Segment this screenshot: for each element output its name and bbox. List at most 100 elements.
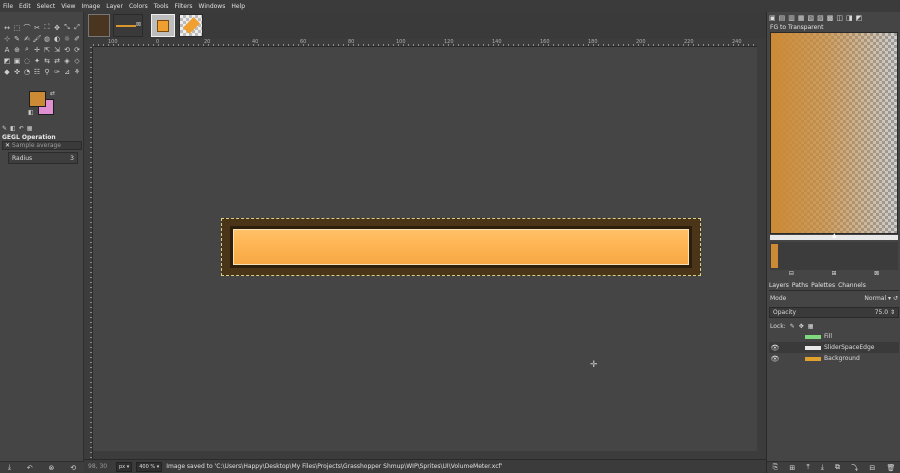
tool-icon[interactable]: ⌕ — [22, 44, 32, 55]
dock-tab-icon[interactable]: ▨ — [817, 14, 824, 22]
tool-icon[interactable]: ⌒ — [22, 22, 32, 33]
tool-icon[interactable]: ◈ — [62, 55, 72, 66]
tool-icon[interactable]: ☼ — [62, 33, 72, 44]
gradient-action-icon[interactable]: ⊞ — [831, 270, 836, 278]
gegl-operation-select[interactable]: ✕ Sample average — [2, 141, 82, 150]
layer-row[interactable]: 👁 SliderSpaceEdge — [769, 342, 899, 353]
image-tab-thumbnail[interactable] — [179, 14, 203, 37]
menu-item-windows[interactable]: Windows — [199, 3, 226, 10]
tab-palettes[interactable]: Palettes — [811, 282, 835, 289]
menu-item-tools[interactable]: Tools — [154, 3, 169, 10]
lock-position-icon[interactable]: ✥ — [799, 323, 804, 330]
tool-icon[interactable]: ⛶ — [42, 22, 52, 33]
layer-action-icon[interactable]: ⧉ — [835, 463, 840, 472]
radius-value[interactable]: 3 — [70, 155, 74, 162]
lock-pixels-icon[interactable]: ✎ — [790, 323, 795, 330]
reset-colors-icon[interactable]: ◧ — [28, 109, 34, 116]
radius-field[interactable]: Radius 3 — [8, 152, 78, 164]
layer-action-icon[interactable]: 🗑 — [886, 464, 895, 472]
menu-item-filters[interactable]: Filters — [175, 3, 193, 10]
tool-options-action-icon[interactable]: ⤓ — [8, 463, 11, 472]
image-tab-thumbnail[interactable] — [88, 14, 110, 37]
tool-icon[interactable]: ⊹ — [2, 33, 12, 44]
visibility-eye-icon[interactable]: 👁 — [769, 355, 781, 363]
tool-icon[interactable]: ⊕ — [12, 44, 22, 55]
tool-icon[interactable]: ⟳ — [72, 44, 82, 55]
tab-paths[interactable]: Paths — [792, 282, 808, 289]
tool-options-action-icon[interactable]: ⟲ — [70, 464, 76, 472]
tool-options-tab-icon[interactable]: ↶ — [19, 125, 24, 133]
tool-icon[interactable]: ◍ — [42, 33, 52, 44]
foreground-color-swatch[interactable] — [29, 91, 46, 107]
menu-item-file[interactable]: File — [3, 3, 13, 10]
tool-icon[interactable]: 🖌 — [32, 33, 42, 44]
dock-tab-icon[interactable]: ▤ — [779, 14, 786, 22]
gradient-action-icon[interactable]: ⊟ — [789, 270, 794, 278]
unit-select[interactable]: px ▾ — [116, 461, 133, 472]
tool-options-tab-icon[interactable]: ◧ — [10, 125, 16, 133]
image-tab-thumbnail[interactable] — [151, 14, 175, 37]
gradient-stop-bar[interactable]: ▲ — [770, 232, 898, 240]
gradient-swatch[interactable] — [771, 244, 778, 268]
tool-icon[interactable]: ⇲ — [52, 44, 62, 55]
tool-icon[interactable]: ⇱ — [42, 44, 52, 55]
tool-icon[interactable]: A — [2, 44, 12, 55]
layer-row[interactable]: Fill — [769, 331, 899, 342]
dock-tab-icon[interactable]: ▣ — [769, 14, 776, 22]
tool-icon[interactable]: ☷ — [32, 66, 42, 77]
tool-icon[interactable]: ◔ — [22, 66, 32, 77]
gradient-list[interactable] — [770, 242, 898, 270]
tool-icon[interactable]: ⚲ — [42, 66, 52, 77]
layer-action-icon[interactable]: ⤓ — [821, 463, 824, 472]
menu-item-colors[interactable]: Colors — [129, 3, 148, 10]
tool-options-action-icon[interactable]: ⊗ — [49, 464, 55, 472]
lock-alpha-icon[interactable]: ▦ — [808, 323, 814, 330]
horizontal-scrollbar[interactable] — [93, 451, 757, 459]
image-tab-thumbnail[interactable]: ⊠ — [113, 14, 143, 37]
tool-options-tab-icon[interactable]: ✎ — [2, 125, 7, 133]
layer-action-icon[interactable]: ⤵ — [851, 463, 858, 473]
layer-action-icon[interactable]: ⊟ — [869, 464, 875, 472]
dock-tab-icon[interactable]: ◫ — [836, 14, 843, 22]
menu-item-select[interactable]: Select — [37, 3, 56, 10]
visibility-eye-icon[interactable]: 👁 — [769, 344, 781, 352]
menu-item-image[interactable]: Image — [81, 3, 100, 10]
tool-icon[interactable]: ⤡ — [62, 22, 72, 33]
tool-icon[interactable]: ⇄ — [52, 55, 62, 66]
close-icon[interactable]: ⊠ — [136, 21, 141, 28]
tool-icon[interactable]: ▣ — [12, 55, 22, 66]
tool-icon[interactable]: ✐ — [72, 33, 82, 44]
gradient-preview[interactable] — [770, 32, 898, 234]
gradient-action-icon[interactable]: ⊠ — [874, 270, 879, 278]
tool-icon[interactable]: ◐ — [52, 33, 62, 44]
tool-icon[interactable]: ◌ — [22, 55, 32, 66]
tool-icon[interactable]: ⤢ — [72, 22, 82, 33]
dock-tab-icon[interactable]: ▩ — [827, 14, 834, 22]
tool-icon[interactable]: ✍ — [22, 33, 32, 44]
menu-item-edit[interactable]: Edit — [19, 3, 31, 10]
tool-icon[interactable]: ✂ — [32, 22, 42, 33]
tool-icon[interactable]: ◩ — [2, 55, 12, 66]
tool-icon[interactable]: ◆ — [2, 66, 12, 77]
tool-icon[interactable]: ✜ — [12, 66, 22, 77]
tool-icon[interactable]: ⇆ — [42, 55, 52, 66]
dock-tab-icon[interactable]: ◩ — [856, 14, 863, 22]
gradient-stop-icon[interactable]: ▲ — [832, 232, 837, 239]
swap-colors-icon[interactable]: ⇄ — [50, 90, 55, 97]
layer-action-icon[interactable]: ⎘ — [773, 463, 779, 472]
menu-item-help[interactable]: Help — [231, 3, 245, 10]
layer-action-icon[interactable]: ⤒ — [806, 463, 809, 472]
opacity-value[interactable]: 75.0 ⇕ — [875, 309, 895, 316]
vertical-ruler[interactable] — [84, 47, 93, 459]
tool-icon[interactable]: ✎ — [12, 33, 22, 44]
tab-channels[interactable]: Channels — [838, 282, 866, 289]
horizontal-ruler[interactable]: 100 0 20 40 60 80 100 120 140 160 180 200 220 240 — [93, 39, 757, 47]
tool-icon[interactable]: ⬚ — [12, 22, 22, 33]
layer-row[interactable]: 👁 Background — [769, 353, 899, 364]
tool-icon[interactable]: ✦ — [32, 55, 42, 66]
clear-icon[interactable]: ✕ — [5, 142, 10, 149]
dock-tab-icon[interactable]: ◨ — [846, 14, 853, 22]
opacity-field[interactable]: Opacity 75.0 ⇕ — [769, 307, 899, 318]
dock-tab-icon[interactable]: ▥ — [788, 14, 795, 22]
tool-options-tab-icon[interactable]: ▦ — [27, 125, 33, 133]
